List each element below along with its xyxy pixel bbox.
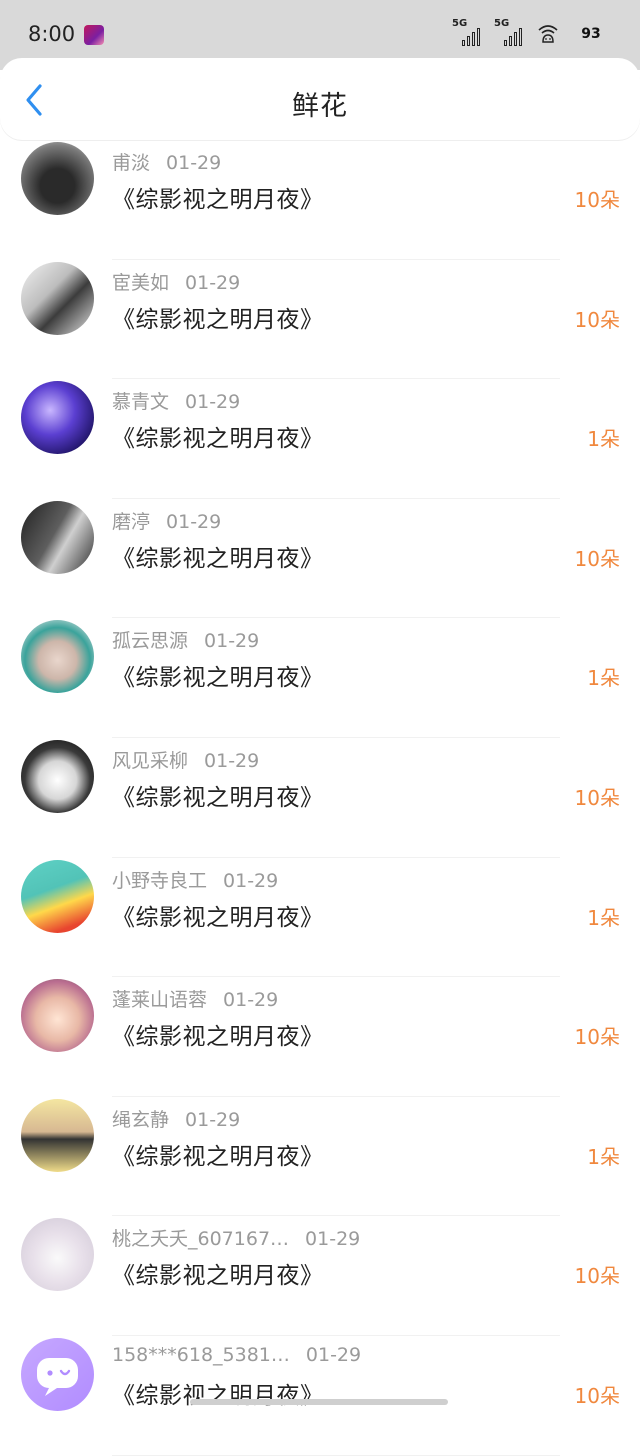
flower-count: 10朵: [574, 546, 620, 571]
page-title: 鲜花: [292, 91, 348, 122]
avatar[interactable]: [21, 620, 94, 694]
status-time: 8:00: [28, 22, 76, 46]
username[interactable]: 磨渟: [112, 511, 150, 533]
avatar[interactable]: [21, 500, 94, 574]
username[interactable]: 慕青文: [112, 391, 169, 413]
battery-level: 93: [581, 26, 601, 42]
record-meta: 孤云思源 01-29: [112, 626, 259, 653]
list-item[interactable]: 慕青文 01-29 《综影视之明月夜》 1朵: [0, 379, 640, 499]
record-meta: 绳玄静 01-29: [112, 1105, 240, 1132]
chat-bubble-icon: [37, 1357, 78, 1396]
list-item[interactable]: 绳玄静 01-29 《综影视之明月夜》 1朵: [0, 1097, 640, 1217]
flower-count: 10朵: [574, 307, 620, 332]
record-date: 01-29: [185, 271, 241, 294]
cellular-signal-icon-2: 5G: [494, 18, 528, 48]
flower-count: 1朵: [587, 427, 620, 452]
avatar[interactable]: [21, 739, 94, 813]
book-title: 《综影视之明月夜》: [112, 187, 324, 213]
book-title: 《综影视之明月夜》: [112, 1143, 324, 1170]
book-title: 《综影视之明月夜》: [112, 665, 324, 692]
username[interactable]: 小野寺良工: [112, 870, 207, 892]
list-item[interactable]: 孤云思源 01-29 《综影视之明月夜》 1朵: [0, 618, 640, 738]
flower-count: 10朵: [574, 1383, 620, 1408]
book-title: 《综影视之明月夜》: [112, 545, 324, 572]
record-meta: 158***618_5381… 01-29: [112, 1344, 361, 1366]
username[interactable]: 蓬莱山语蓉: [112, 989, 207, 1011]
avatar[interactable]: [21, 979, 94, 1053]
avatar[interactable]: [21, 1218, 94, 1292]
book-title: 《综影视之明月夜》: [112, 784, 324, 811]
list-item[interactable]: 宦美如 01-29 《综影视之明月夜》 10朵: [0, 260, 640, 380]
app-notification-icon: [84, 25, 104, 45]
record-meta: 蓬莱山语蓉 01-29: [112, 985, 278, 1012]
list-item[interactable]: 小野寺良工 01-29 《综影视之明月夜》 1朵: [0, 858, 640, 978]
record-date: 01-29: [204, 749, 260, 772]
flower-record-list: 甫淡 01-29 《综影视之明月夜》 10朵 宦美如 01-29 《综影视之明月夜》 10朵慕…: [0, 140, 640, 1456]
record-date: 01-29: [204, 630, 260, 653]
username[interactable]: 风见采柳: [112, 750, 188, 772]
record-date: 01-29: [185, 391, 241, 414]
flower-count: 1朵: [587, 1144, 620, 1169]
flower-count: 1朵: [587, 905, 620, 930]
record-date: 01-29: [166, 152, 222, 174]
flower-count: 10朵: [574, 1025, 620, 1050]
list-item[interactable]: 风见采柳 01-29 《综影视之明月夜》 10朵: [0, 738, 640, 858]
list-item[interactable]: 桃之夭夭_607167… 01-29 《综影视之明月夜》 10朵: [0, 1216, 640, 1336]
record-date: 01-29: [305, 1228, 361, 1251]
book-title: 《综影视之明月夜》: [112, 1263, 324, 1290]
avatar[interactable]: [21, 261, 94, 335]
avatar[interactable]: [21, 1098, 94, 1172]
username[interactable]: 158***618_5381…: [112, 1344, 290, 1366]
record-meta: 宦美如 01-29: [112, 268, 240, 295]
avatar[interactable]: [21, 859, 94, 933]
flower-count: 1朵: [587, 666, 620, 691]
book-title: 《综影视之明月夜》: [112, 306, 324, 333]
divider: [112, 1454, 560, 1456]
record-meta: 桃之夭夭_607167… 01-29: [112, 1224, 360, 1251]
flower-count: 10朵: [574, 1264, 620, 1289]
record-date: 01-29: [223, 989, 279, 1012]
book-title: 《综影视之明月夜》: [112, 426, 324, 453]
list-item[interactable]: 甫淡 01-29 《综影视之明月夜》 10朵: [0, 140, 640, 260]
list-item[interactable]: 蓬莱山语蓉 01-29 《综影视之明月夜》 10朵: [0, 977, 640, 1097]
avatar[interactable]: [21, 1337, 94, 1411]
username[interactable]: 桃之夭夭_607167…: [112, 1228, 289, 1250]
flower-count: 10朵: [574, 188, 620, 212]
record-meta: 风见采柳 01-29: [112, 746, 259, 773]
cellular-signal-icon: 5G: [452, 18, 486, 48]
record-meta: 磨渟 01-29: [112, 507, 221, 534]
username[interactable]: 甫淡: [112, 152, 150, 174]
flower-count: 10朵: [574, 785, 620, 810]
avatar[interactable]: [21, 381, 94, 455]
avatar[interactable]: [21, 142, 94, 215]
list-item[interactable]: 158***618_5381… 01-29 《综影视之明月夜》 10朵: [0, 1336, 640, 1456]
wifi-icon: [538, 25, 558, 43]
book-title: 《综影视之明月夜》: [112, 1024, 324, 1051]
record-date: 01-29: [166, 510, 222, 533]
record-date: 01-29: [185, 1108, 241, 1131]
home-indicator[interactable]: [190, 1399, 448, 1405]
book-title: 《综影视之明月夜》: [112, 904, 324, 931]
nav-header: 鲜花: [0, 58, 640, 140]
username[interactable]: 孤云思源: [112, 630, 188, 652]
record-date: 01-29: [223, 869, 279, 892]
battery-indicator: 93: [574, 22, 608, 46]
username[interactable]: 宦美如: [112, 272, 169, 294]
record-meta: 小野寺良工 01-29: [112, 866, 278, 893]
username[interactable]: 绳玄静: [112, 1109, 169, 1131]
list-item[interactable]: 磨渟 01-29 《综影视之明月夜》 10朵: [0, 499, 640, 619]
record-meta: 甫淡 01-29: [112, 148, 221, 175]
record-meta: 慕青文 01-29: [112, 387, 240, 414]
record-date: 01-29: [305, 1343, 362, 1366]
